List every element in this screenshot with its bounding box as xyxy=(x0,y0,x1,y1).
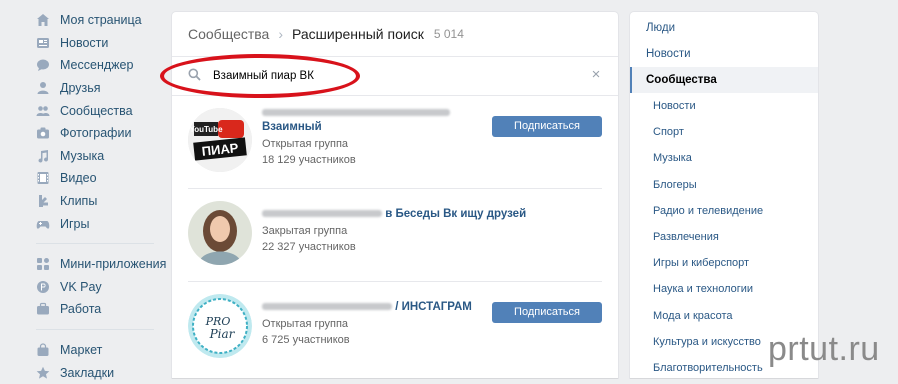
group-members-count: 6 725 участников xyxy=(262,334,350,346)
breadcrumb: Сообщества › Расширенный поиск 5 014 xyxy=(172,12,618,57)
group-type: Открытая группа xyxy=(262,318,349,330)
vkpay-icon xyxy=(36,280,50,294)
nav-clips[interactable]: Клипы xyxy=(30,190,160,213)
filter-news[interactable]: Новости xyxy=(630,41,818,67)
list-item[interactable]: PRO Piar / ИНСТАГРАМ Открытая группа 6 7… xyxy=(188,282,602,374)
redacted-text xyxy=(262,210,382,218)
gamepad-icon xyxy=(36,217,50,231)
messenger-icon xyxy=(36,58,50,72)
filter-sub-games[interactable]: Игры и киберспорт xyxy=(630,250,818,276)
camera-icon xyxy=(36,126,50,140)
group-members-count: 22 327 участников xyxy=(262,241,356,253)
nav-label: Клипы xyxy=(60,194,98,209)
watermark-text: prtut.ru xyxy=(768,330,880,368)
news-icon xyxy=(36,36,50,50)
nav-vk-pay[interactable]: VK Pay xyxy=(30,276,160,299)
nav-news[interactable]: Новости xyxy=(30,32,160,55)
nav-photos[interactable]: Фотографии xyxy=(30,122,160,145)
nav-bookmarks[interactable]: Закладки xyxy=(30,361,160,384)
subscribe-button[interactable]: Подписаться xyxy=(492,116,602,137)
nav-label: Маркет xyxy=(60,343,103,358)
nav-my-page[interactable]: Моя страница xyxy=(30,9,160,32)
group-name-link[interactable] xyxy=(262,106,450,120)
group-type: Открытая группа xyxy=(262,138,349,150)
results-count: 5 014 xyxy=(433,27,464,41)
nav-work[interactable]: Работа xyxy=(30,298,160,321)
home-icon xyxy=(36,13,50,27)
search-icon xyxy=(188,68,201,84)
list-item[interactable]: в Беседы Вк ищу друзей Закрытая группа 2… xyxy=(188,189,602,282)
page-title: Расширенный поиск xyxy=(292,26,424,42)
music-icon xyxy=(36,149,50,163)
filter-people[interactable]: Люди xyxy=(630,15,818,41)
redacted-text xyxy=(262,303,392,311)
filter-sub-music[interactable]: Музыка xyxy=(630,145,818,171)
subscribe-button[interactable]: Подписаться xyxy=(492,302,602,323)
filter-sub-bloggers[interactable]: Блогеры xyxy=(630,172,818,198)
group-name-text: в Беседы Вк ищу друзей xyxy=(385,208,527,220)
nav-label: Видео xyxy=(60,171,97,186)
nav-label: Работа xyxy=(60,302,102,317)
nav-market[interactable]: Маркет xyxy=(30,339,160,362)
filter-sub-science[interactable]: Наука и технологии xyxy=(630,276,818,302)
girl-photo-avatar[interactable] xyxy=(188,201,252,265)
communities-icon xyxy=(36,104,50,118)
breadcrumb-communities-link[interactable]: Сообщества xyxy=(188,26,269,42)
nav-label: Сообщества xyxy=(60,103,133,118)
search-category-menu: Люди Новости Сообщества Новости Спорт Му… xyxy=(630,12,818,378)
nav-messenger[interactable]: Мессенджер xyxy=(30,54,160,77)
avatar-piar-text: Piar xyxy=(209,327,236,341)
search-results-panel: Сообщества › Расширенный поиск 5 014 × Y… xyxy=(172,12,618,378)
search-bar: × xyxy=(172,57,618,96)
nav-music[interactable]: Музыка xyxy=(30,145,160,168)
list-item[interactable]: YouTube ПИАР Взаимный Открытая группа 18… xyxy=(188,96,602,189)
nav-communities[interactable]: Сообщества xyxy=(30,99,160,122)
nav-divider xyxy=(36,328,154,330)
filter-sub-entertainment[interactable]: Развлечения xyxy=(630,224,818,250)
filter-sub-sport[interactable]: Спорт xyxy=(630,119,818,145)
filter-communities-active[interactable]: Сообщества xyxy=(630,67,818,93)
avatar-youtube-text: YouTube xyxy=(189,125,223,134)
nav-friends[interactable]: Друзья xyxy=(30,77,160,100)
filter-sub-news[interactable]: Новости xyxy=(630,93,818,119)
nav-label: Друзья xyxy=(60,81,101,96)
apps-icon xyxy=(36,257,50,271)
group-members-count: 18 129 участников xyxy=(262,154,356,166)
friends-icon xyxy=(36,81,50,95)
nav-label: Игры xyxy=(60,216,90,231)
nav-label: Мессенджер xyxy=(60,58,134,73)
briefcase-icon xyxy=(36,302,50,316)
video-icon xyxy=(36,171,50,185)
nav-games[interactable]: Игры xyxy=(30,212,160,235)
nav-mini-apps[interactable]: Мини-приложения xyxy=(30,253,166,276)
group-name-link[interactable]: Взаимный xyxy=(262,120,450,134)
close-icon[interactable]: × xyxy=(588,67,604,83)
filter-sub-fashion[interactable]: Мода и красота xyxy=(630,303,818,329)
search-input[interactable] xyxy=(211,69,575,83)
clips-icon xyxy=(36,194,50,208)
group-type: Закрытая группа xyxy=(262,225,348,237)
group-name-link[interactable]: / ИНСТАГРАМ xyxy=(262,300,472,314)
redacted-text xyxy=(262,109,450,117)
group-name-text: / ИНСТАГРАМ xyxy=(395,301,472,313)
filter-sub-radio-tv[interactable]: Радио и телевидение xyxy=(630,198,818,224)
chevron-right-icon: › xyxy=(278,26,283,42)
group-name-link[interactable]: в Беседы Вк ищу друзей xyxy=(262,207,526,221)
pro-piar-avatar[interactable]: PRO Piar xyxy=(188,294,252,358)
nav-label: Новости xyxy=(60,35,109,50)
left-nav: Моя страница Новости Мессенджер Друзья С… xyxy=(30,9,166,384)
nav-label: Моя страница xyxy=(60,13,142,28)
nav-label: Фотографии xyxy=(60,126,132,141)
nav-label: Музыка xyxy=(60,148,105,163)
bag-icon xyxy=(36,343,50,357)
nav-divider xyxy=(36,242,154,244)
nav-label: VK Pay xyxy=(60,279,102,294)
nav-video[interactable]: Видео xyxy=(30,167,160,190)
youtube-piar-avatar[interactable]: YouTube ПИАР xyxy=(188,108,252,172)
nav-label: Мини-приложения xyxy=(60,257,167,272)
